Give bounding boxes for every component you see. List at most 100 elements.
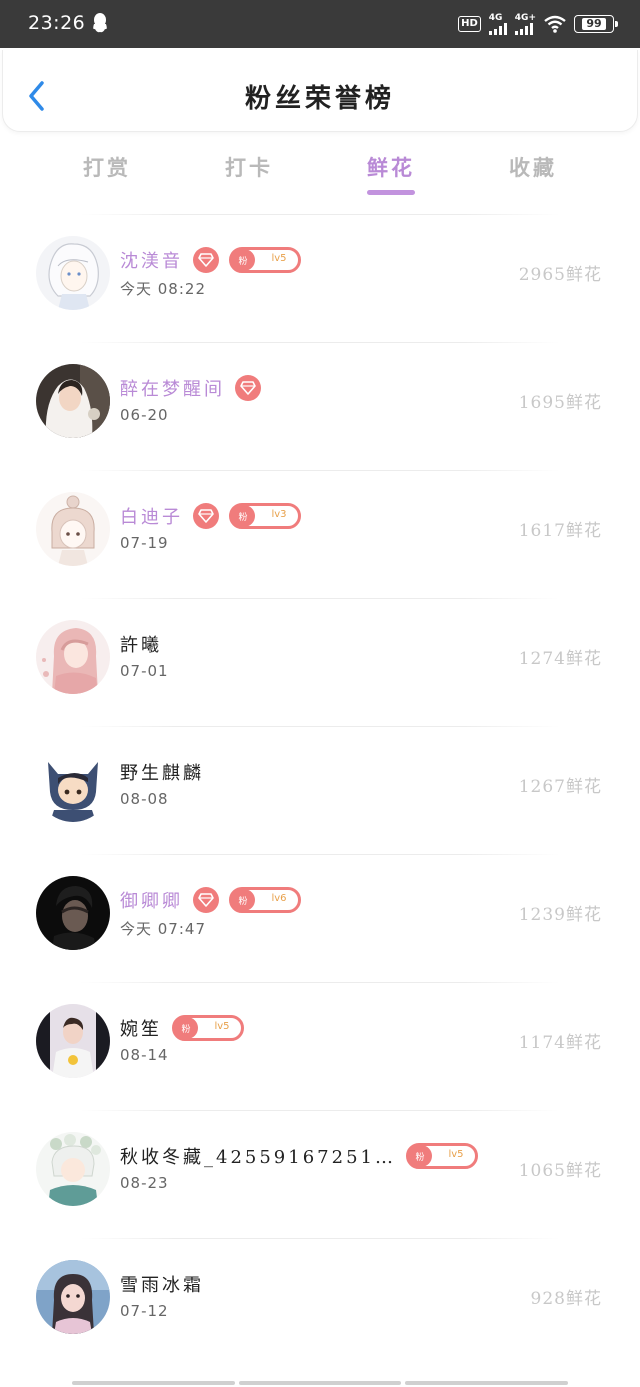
fan-ranking-list: 沈渼音 粉 lv5 今天 08:22 2965鲜花 醉在梦醒间 06-20 16… [0, 214, 640, 1366]
divider [80, 598, 560, 599]
divider [80, 982, 560, 983]
active-tab-indicator [367, 190, 415, 195]
qq-icon [93, 13, 107, 33]
fan-badge-label: 粉 [231, 505, 255, 527]
level-label: lv3 [271, 509, 287, 520]
list-item[interactable]: 沈渼音 粉 lv5 今天 08:22 2965鲜花 [0, 214, 640, 342]
flower-count: 2965鲜花 [518, 265, 602, 285]
fan-name[interactable]: 秋收冬藏_42559167251… [120, 1143, 396, 1169]
network-type-1: 4G [488, 12, 503, 23]
status-indicators: HD 4G 4G+ 99 [458, 12, 618, 36]
list-item[interactable]: 御卿卿 粉 lv6 今天 07:47 1239鲜花 [0, 854, 640, 982]
timestamp: 07-12 [120, 1302, 169, 1320]
list-item[interactable]: 秋收冬藏_42559167251… 粉 lv5 08-23 1065鲜花 [0, 1110, 640, 1238]
divider [80, 214, 560, 215]
avatar[interactable] [36, 620, 110, 694]
tab-bar: 打赏 打卡 鲜花 收藏 [0, 140, 640, 200]
flower-count: 1617鲜花 [518, 521, 602, 541]
list-item[interactable]: 雪雨冰霜 07-12 928鲜花 [0, 1238, 640, 1366]
fan-name[interactable]: 婉笙 [120, 1015, 162, 1041]
diamond-icon [193, 887, 219, 913]
timestamp: 07-01 [120, 662, 169, 680]
name-line: 白迪子 粉 lv3 [120, 502, 301, 530]
timestamp: 08-14 [120, 1046, 169, 1064]
fan-badge-label: 粉 [407, 1145, 432, 1167]
level-label: lv5 [448, 1149, 464, 1160]
hd-icon: HD [458, 16, 481, 32]
fan-badge-label: 粉 [174, 1017, 198, 1039]
flower-count: 928鲜花 [530, 1289, 602, 1309]
diamond-icon [193, 503, 219, 529]
avatar[interactable] [36, 1004, 110, 1078]
flower-count: 1267鲜花 [518, 777, 602, 797]
flower-count: 1065鲜花 [518, 1161, 602, 1181]
divider [80, 1238, 560, 1239]
battery-level: 99 [582, 18, 606, 30]
timestamp: 08-23 [120, 1174, 169, 1192]
header: 粉丝荣誉榜 [2, 50, 638, 132]
fan-level-badge: 粉 lv5 [405, 1143, 478, 1169]
flower-count: 1695鲜花 [518, 393, 602, 413]
list-item[interactable]: 野生麒麟 08-08 1267鲜花 [0, 726, 640, 854]
bottom-scroll-indicator [72, 1381, 569, 1385]
fan-badge-label: 粉 [231, 249, 255, 271]
timestamp: 07-19 [120, 534, 169, 552]
name-line: 婉笙 粉 lv5 [120, 1014, 244, 1042]
timestamp: 今天 08:22 [120, 280, 206, 298]
status-time: 23:26 [28, 12, 86, 34]
name-line: 野生麒麟 [120, 758, 204, 786]
divider [80, 1110, 560, 1111]
flower-count: 1274鲜花 [518, 649, 602, 669]
tab-favorites[interactable]: 收藏 [473, 152, 593, 182]
divider [80, 470, 560, 471]
flower-count: 1174鲜花 [518, 1033, 602, 1053]
avatar[interactable] [36, 748, 110, 822]
fan-name[interactable]: 御卿卿 [120, 887, 183, 913]
fan-level-badge: 粉 lv6 [229, 887, 301, 913]
tab-tip[interactable]: 打赏 [47, 152, 167, 182]
level-label: lv5 [214, 1021, 230, 1032]
fan-name[interactable]: 醉在梦醒间 [120, 375, 225, 401]
timestamp: 06-20 [120, 406, 169, 424]
name-line: 秋收冬藏_42559167251… 粉 lv5 [120, 1142, 478, 1170]
name-line: 許曦 [120, 630, 162, 658]
flower-count: 1239鲜花 [518, 905, 602, 925]
avatar[interactable] [36, 492, 110, 566]
status-bar: 23:26 HD 4G 4G+ 99 [0, 0, 640, 48]
network-type-2: 4G+ [514, 12, 536, 23]
tab-flowers[interactable]: 鲜花 [331, 152, 451, 182]
avatar[interactable] [36, 1132, 110, 1206]
list-item[interactable]: 白迪子 粉 lv3 07-19 1617鲜花 [0, 470, 640, 598]
diamond-icon [193, 247, 219, 273]
fan-name[interactable]: 野生麒麟 [120, 759, 204, 785]
name-line: 御卿卿 粉 lv6 [120, 886, 301, 914]
level-label: lv6 [271, 893, 287, 904]
fan-badge-label: 粉 [231, 889, 255, 911]
fan-name[interactable]: 許曦 [120, 631, 162, 657]
fan-level-badge: 粉 lv3 [229, 503, 301, 529]
signal-icon-2: 4G+ [514, 12, 536, 35]
avatar[interactable] [36, 876, 110, 950]
fan-level-badge: 粉 lv5 [229, 247, 301, 273]
signal-icon-1: 4G [488, 12, 507, 35]
list-item[interactable]: 婉笙 粉 lv5 08-14 1174鲜花 [0, 982, 640, 1110]
avatar[interactable] [36, 364, 110, 438]
fan-name[interactable]: 沈渼音 [120, 247, 183, 273]
name-line: 醉在梦醒间 [120, 374, 261, 402]
divider [80, 342, 560, 343]
divider [80, 726, 560, 727]
timestamp: 08-08 [120, 790, 169, 808]
fan-name[interactable]: 白迪子 [120, 503, 183, 529]
list-item[interactable]: 許曦 07-01 1274鲜花 [0, 598, 640, 726]
timestamp: 今天 07:47 [120, 920, 206, 938]
battery-icon: 99 [574, 15, 618, 33]
avatar[interactable] [36, 236, 110, 310]
fan-level-badge: 粉 lv5 [172, 1015, 244, 1041]
tab-checkin[interactable]: 打卡 [189, 152, 309, 182]
name-line: 雪雨冰霜 [120, 1270, 204, 1298]
avatar[interactable] [36, 1260, 110, 1334]
page-title: 粉丝荣誉榜 [244, 84, 395, 114]
wifi-icon [544, 15, 566, 33]
list-item[interactable]: 醉在梦醒间 06-20 1695鲜花 [0, 342, 640, 470]
fan-name[interactable]: 雪雨冰霜 [120, 1271, 204, 1297]
